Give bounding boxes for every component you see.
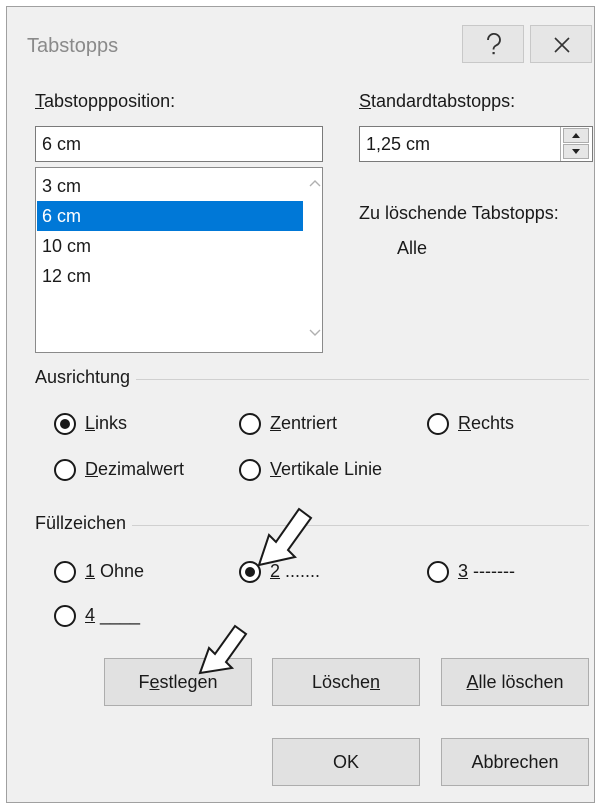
question-icon: [487, 32, 501, 55]
list-item[interactable]: 3 cm: [37, 171, 303, 201]
close-icon: [554, 37, 570, 53]
leader-dashes-label[interactable]: 3 -------: [458, 561, 515, 582]
leader-none-label[interactable]: 1 Ohne: [85, 561, 144, 582]
align-center-label[interactable]: Zentriert: [270, 413, 337, 434]
cancel-button[interactable]: Abbrechen: [441, 738, 589, 786]
default-tabs-label: Standardtabstopps:: [359, 91, 516, 111]
radio-selected-dot: [60, 419, 70, 429]
spin-buttons: [560, 127, 592, 161]
leader-dashes-radio[interactable]: [427, 561, 449, 583]
scroll-up-icon[interactable]: [308, 176, 322, 190]
help-button[interactable]: [462, 25, 524, 63]
align-right-label[interactable]: Rechts: [458, 413, 514, 434]
default-tabs-spinner[interactable]: 1,25 cm: [359, 126, 593, 162]
radio-selected-dot: [245, 567, 255, 577]
align-bar-label[interactable]: Vertikale Linie: [270, 459, 382, 480]
scroll-down-icon[interactable]: [308, 326, 322, 340]
pointer-arrow-icon: [257, 507, 313, 567]
align-left-label[interactable]: Links: [85, 413, 127, 434]
leader-underline-radio[interactable]: [54, 605, 76, 627]
tabstop-position-input[interactable]: 6 cm: [35, 126, 323, 162]
to-delete-label: Zu löschende Tabstopps:: [359, 203, 559, 223]
clear-all-button[interactable]: Alle löschen: [441, 658, 589, 706]
triangle-down-icon: [572, 149, 580, 154]
list-item[interactable]: 10 cm: [37, 231, 303, 261]
list-item-selected[interactable]: 6 cm: [37, 201, 303, 231]
tabstop-position-label: Tabstoppposition:: [35, 91, 176, 111]
list-item[interactable]: 12 cm: [37, 261, 303, 291]
title-bar: Tabstopps: [7, 7, 594, 77]
alignment-title: Ausrichtung: [35, 367, 137, 388]
triangle-up-icon: [572, 133, 580, 138]
tabstop-list[interactable]: 3 cm 6 cm 10 cm 12 cm: [35, 167, 323, 353]
leader-underline-label[interactable]: 4 ____: [85, 605, 140, 626]
align-center-radio[interactable]: [239, 413, 261, 435]
leader-none-radio[interactable]: [54, 561, 76, 583]
ok-button[interactable]: OK: [272, 738, 420, 786]
align-decimal-label[interactable]: Dezimalwert: [85, 459, 184, 480]
spin-down-button[interactable]: [563, 144, 589, 159]
to-delete-value: Alle: [397, 238, 428, 258]
align-bar-radio[interactable]: [239, 459, 261, 481]
close-button[interactable]: [530, 25, 592, 63]
align-right-radio[interactable]: [427, 413, 449, 435]
align-decimal-radio[interactable]: [54, 459, 76, 481]
align-left-radio[interactable]: [54, 413, 76, 435]
default-tabs-value: 1,25 cm: [366, 134, 431, 154]
tabstops-dialog: Tabstopps Tabstoppposition: 6 cm 3 cm 6 …: [6, 6, 595, 803]
tabstop-position-value: 6 cm: [42, 134, 82, 154]
spin-up-button[interactable]: [563, 128, 589, 143]
pointer-arrow-icon: [198, 624, 248, 675]
clear-button[interactable]: Löschen: [272, 658, 420, 706]
leader-title: Füllzeichen: [35, 513, 133, 534]
dialog-title: Tabstopps: [27, 35, 119, 57]
